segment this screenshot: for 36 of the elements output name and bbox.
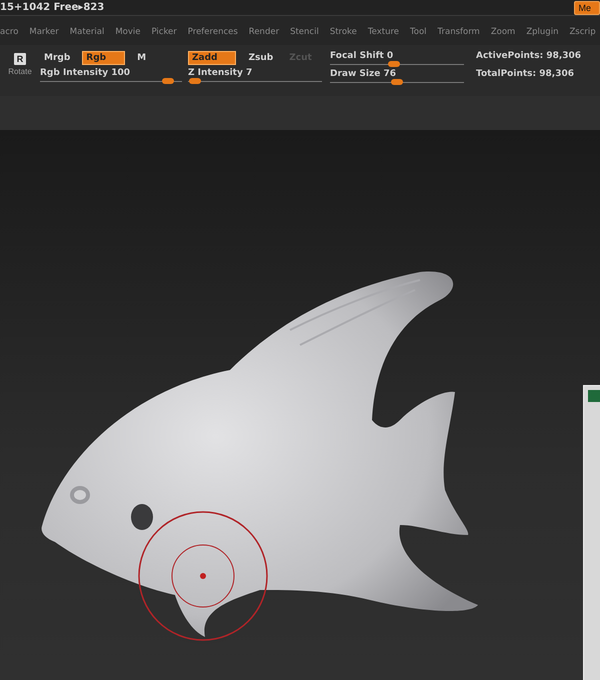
menu-item[interactable]: Render xyxy=(248,27,280,38)
rotate-button[interactable]: R Rotate xyxy=(0,50,40,76)
menu-item[interactable]: Zoom xyxy=(490,27,516,38)
mode-button[interactable]: M xyxy=(133,50,150,65)
slider-thumb[interactable] xyxy=(162,78,174,84)
slider-thumb[interactable] xyxy=(188,78,201,84)
menu-item[interactable]: Tool xyxy=(410,27,427,38)
slider-thumb[interactable] xyxy=(388,60,400,67)
menu-item[interactable]: Stroke xyxy=(330,27,357,38)
slider-label: Rgb Intensity 100 xyxy=(40,68,132,78)
rotate-key-icon: R xyxy=(14,52,26,65)
menu-item[interactable]: Preferences xyxy=(188,27,238,38)
menu-item[interactable]: Picker xyxy=(151,27,177,38)
slider-label: Focal Shift 0 xyxy=(330,50,394,61)
mode-button[interactable]: Mrgb xyxy=(40,50,74,65)
menu-item[interactable]: Stencil xyxy=(290,27,319,38)
mode-button[interactable]: Zadd xyxy=(188,50,236,65)
menu-item[interactable]: Movie xyxy=(115,27,140,38)
menu-item[interactable]: Zscrip xyxy=(569,27,596,38)
points-readout: ActivePoints: 98,306 xyxy=(476,50,582,61)
mode-button[interactable]: Zsub xyxy=(244,50,278,65)
app-icon xyxy=(588,390,600,402)
menu-item[interactable]: Transform xyxy=(438,27,480,38)
brush-cursor-icon xyxy=(138,511,268,641)
menu-item[interactable]: Zplugin xyxy=(526,27,558,38)
points-readout: TotalPoints: 98,306 xyxy=(476,68,575,79)
mode-button[interactable]: Rgb xyxy=(82,50,126,65)
slider-label: Z Intensity 7 xyxy=(188,68,254,78)
slider-thumb[interactable] xyxy=(391,78,403,85)
menu-item[interactable]: Material xyxy=(70,27,104,38)
menu-item[interactable]: Marker xyxy=(29,27,59,38)
slider-label: Draw Size 76 xyxy=(330,68,397,79)
menu-item[interactable]: acro xyxy=(0,27,18,38)
menu-button[interactable]: Me xyxy=(574,0,600,15)
memory-status: 15+1042 Free▸823 xyxy=(0,2,104,14)
menu-item[interactable]: Texture xyxy=(368,27,400,38)
